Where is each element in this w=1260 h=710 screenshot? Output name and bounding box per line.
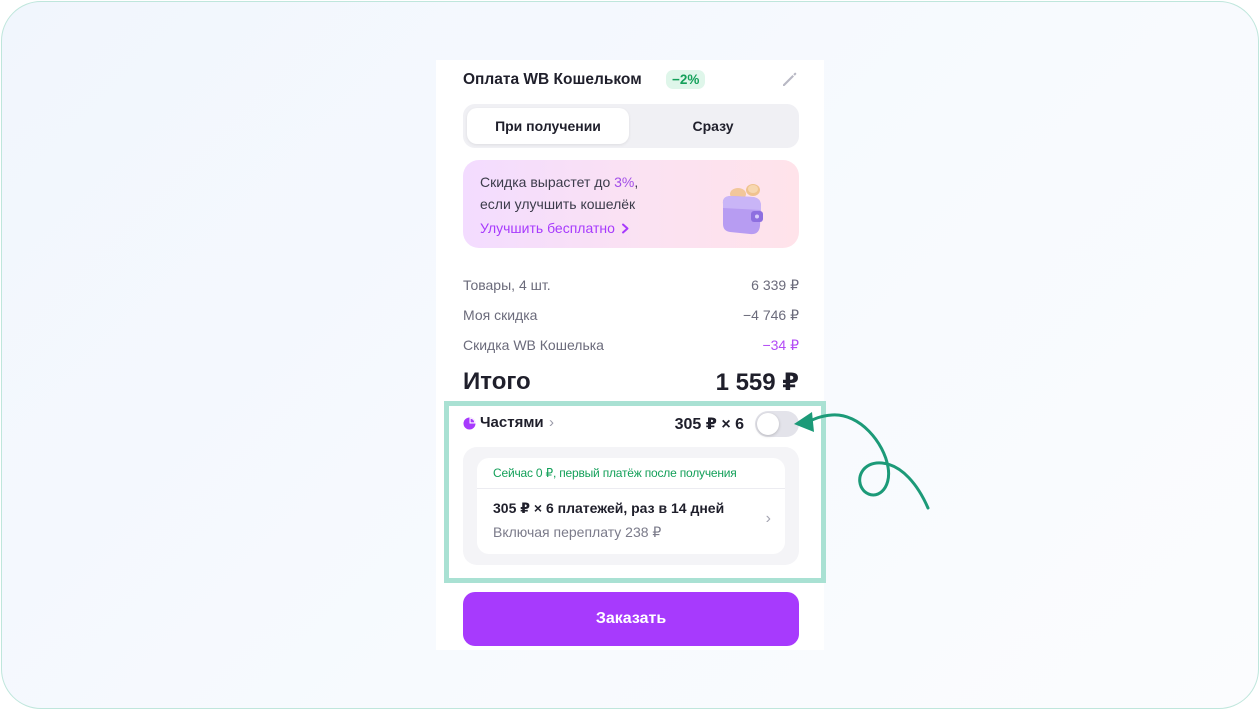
discount-badge: −2%: [666, 70, 706, 89]
order-button[interactable]: Заказать: [463, 592, 799, 646]
divider: [477, 488, 785, 489]
promo-percent: 3%: [614, 174, 635, 190]
tab-on-delivery[interactable]: При получении: [467, 108, 629, 144]
goods-price: 6 339 ₽: [751, 277, 799, 293]
installment-plan-card[interactable]: Сейчас 0 ₽, первый платёж после получени…: [477, 458, 785, 554]
upgrade-link[interactable]: Улучшить бесплатно: [480, 220, 630, 236]
installments-amount: 305 ₽ × 6: [674, 416, 744, 433]
total-row: Итого 1 559 ₽: [463, 368, 799, 396]
plan-note: Сейчас 0 ₽, первый платёж после получени…: [493, 466, 737, 480]
my-discount-value: −4 746 ₽: [742, 307, 799, 323]
summary-row-wallet-discount: Скидка WB Кошелька −34 ₽: [463, 337, 799, 353]
plan-overpay-text: Включая переплату 238 ₽: [493, 524, 662, 540]
chevron-right-icon: ›: [765, 510, 771, 527]
installments-label[interactable]: Частями: [480, 414, 544, 431]
wallet-coins-icon: [722, 184, 763, 235]
payment-title: Оплата WB Кошельком: [463, 71, 642, 88]
wallet-discount-value: −34 ₽: [762, 337, 799, 353]
wallet-upgrade-banner: Скидка вырастет до 3%, если улучшить кош…: [463, 160, 799, 248]
promo-line-2: если улучшить кошелёк: [480, 196, 636, 212]
promo-line-1: Скидка вырастет до 3%,: [480, 174, 639, 190]
checkout-card: Оплата WB Кошельком −2% При получении Ср…: [436, 60, 824, 650]
annotation-arrow-icon: [794, 412, 930, 510]
pie-chart-icon: [463, 417, 476, 430]
pencil-icon[interactable]: [780, 69, 800, 89]
plan-main-text: 305 ₽ × 6 платежей, раз в 14 дней: [493, 500, 725, 516]
toggle-knob: [757, 413, 779, 435]
total-label: Итого: [463, 368, 531, 395]
tab-immediately[interactable]: Сразу: [631, 108, 795, 144]
payment-timing-tabs: При получении Сразу: [463, 104, 799, 148]
installments-row: Частями › 305 ₽ × 6: [463, 411, 799, 437]
summary-row-goods: Товары, 4 шт. 6 339 ₽: [463, 277, 799, 293]
chevron-right-icon: ›: [549, 414, 554, 431]
total-value: 1 559 ₽: [715, 369, 799, 396]
summary-row-my-discount: Моя скидка −4 746 ₽: [463, 307, 799, 323]
installment-plan-box: Сейчас 0 ₽, первый платёж после получени…: [463, 447, 799, 565]
chevron-right-icon: [621, 223, 629, 234]
